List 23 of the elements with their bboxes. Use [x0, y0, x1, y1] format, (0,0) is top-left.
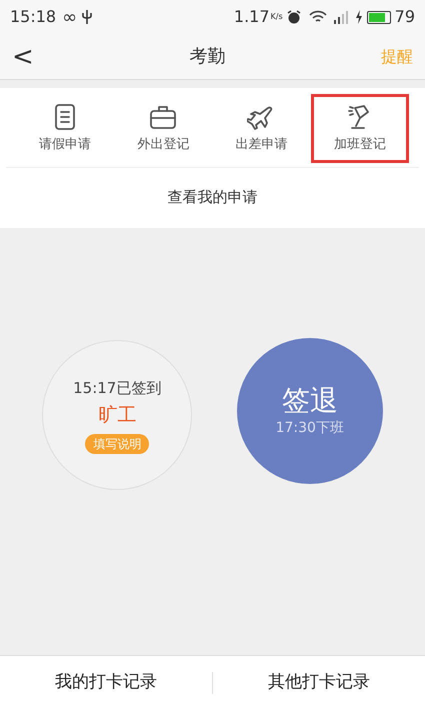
action-tile[interactable]: 加班登记 [310, 94, 409, 162]
usb-icon [81, 9, 94, 25]
action-tile[interactable]: 请假申请 [16, 94, 114, 162]
alarm-icon [286, 10, 301, 24]
network-speed: 1.17 [234, 6, 270, 28]
absence-status: 旷工 [98, 403, 136, 428]
check-out-button[interactable]: 签退 17:30下班 [236, 338, 383, 484]
check-in-time: 15:17已签到 [73, 378, 162, 399]
charging-bolt-icon [354, 10, 363, 24]
action-tile[interactable]: 出差申请 [212, 94, 311, 162]
status-time: 15:18 [10, 6, 56, 28]
record-tab[interactable]: 其他打卡记录 [213, 670, 425, 696]
signal-icon [332, 10, 351, 24]
battery-icon [366, 10, 391, 24]
page-title: 考勤 [188, 45, 226, 69]
network-speed-unit: K/s [270, 11, 283, 23]
battery-percent: 79 [394, 6, 415, 28]
record-tab[interactable]: 我的打卡记录 [0, 670, 212, 696]
back-button[interactable]: < [12, 44, 42, 70]
status-loop-glyph: ∞ [62, 6, 78, 30]
wifi-icon [308, 10, 327, 24]
action-tile[interactable]: 外出登记 [114, 94, 212, 162]
my-requests-link[interactable]: 查看我的申请 [168, 186, 258, 209]
